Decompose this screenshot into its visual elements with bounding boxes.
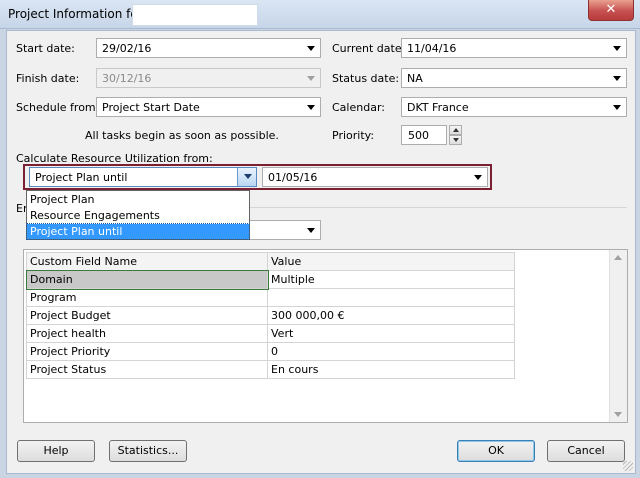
column-header-name[interactable]: Custom Field Name [26, 252, 268, 271]
help-button[interactable]: Help [17, 440, 95, 462]
schedule-from-combo[interactable]: Project Start Date [96, 97, 321, 117]
priority-input[interactable]: 500 [401, 125, 447, 145]
schedule-from-label: Schedule from: [16, 101, 100, 114]
field-value-cell[interactable] [267, 288, 515, 307]
start-date-combo[interactable]: 29/02/16 [96, 38, 321, 58]
priority-value: 500 [408, 129, 429, 142]
resource-util-mode-combo[interactable]: Project Plan until [29, 167, 257, 187]
dropdown-option-resource-engagements[interactable]: Resource Engagements [27, 208, 249, 223]
finish-date-value: 30/12/16 [102, 72, 152, 85]
table-row[interactable]: Domain Multiple [25, 269, 515, 290]
title-bar: Project Information for ✕ [0, 0, 640, 29]
field-value-cell[interactable]: Vert [267, 324, 515, 343]
field-name-cell[interactable]: Project Priority [26, 342, 268, 361]
project-name-redacted [132, 4, 258, 26]
calendar-combo[interactable]: DKT France [401, 97, 627, 117]
chevron-down-icon [307, 76, 315, 81]
resource-util-date-value: 01/05/16 [268, 171, 318, 184]
close-button[interactable]: ✕ [588, 0, 634, 21]
current-date-value: 11/04/16 [407, 42, 457, 55]
status-date-value: NA [407, 72, 423, 85]
column-header-value[interactable]: Value [267, 252, 515, 271]
calendar-label: Calendar: [332, 101, 385, 114]
calendar-value: DKT France [407, 101, 469, 114]
ok-button[interactable]: OK [457, 440, 535, 462]
table-header: Custom Field Name Value [26, 252, 515, 271]
spin-down-icon[interactable] [449, 135, 462, 145]
status-date-label: Status date: [332, 72, 400, 85]
chevron-down-icon [474, 175, 482, 180]
current-date-label: Current date: [332, 42, 406, 55]
dropdown-option-project-plan[interactable]: Project Plan [27, 192, 249, 207]
statistics-button[interactable]: Statistics... [109, 440, 187, 462]
chevron-down-icon [613, 76, 621, 81]
field-value-cell[interactable]: 300 000,00 € [267, 306, 515, 325]
chevron-down-icon [307, 105, 315, 110]
start-date-value: 29/02/16 [102, 42, 152, 55]
priority-label: Priority: [332, 129, 375, 142]
table-row[interactable]: Project health Vert [26, 324, 515, 343]
current-date-combo[interactable]: 11/04/16 [401, 38, 627, 58]
finish-date-label: Finish date: [16, 72, 80, 85]
table-row[interactable]: Project Budget 300 000,00 € [26, 306, 515, 325]
schedule-note: All tasks begin as soon as possible. [85, 129, 279, 142]
start-date-label: Start date: [16, 42, 75, 55]
priority-spinner[interactable] [449, 125, 462, 145]
table-row[interactable]: Project Priority 0 [26, 342, 515, 361]
chevron-down-icon [307, 228, 315, 233]
schedule-from-value: Project Start Date [102, 101, 200, 114]
chevron-down-icon [307, 46, 315, 51]
custom-fields-table: Custom Field Name Value Domain Multiple … [25, 252, 515, 379]
field-name-cell[interactable]: Project Budget [26, 306, 268, 325]
status-date-combo[interactable]: NA [401, 68, 627, 88]
scroll-up-icon[interactable] [614, 255, 622, 260]
table-row[interactable]: Program [26, 288, 515, 307]
window-title: Project Information for [8, 7, 143, 21]
field-name-cell[interactable]: Project Status [26, 360, 268, 379]
dropdown-option-project-plan-until[interactable]: Project Plan until [26, 223, 250, 240]
finish-date-combo: 30/12/16 [96, 68, 321, 88]
vertical-scrollbar[interactable] [609, 250, 627, 422]
resource-util-mode-value: Project Plan until [35, 171, 128, 184]
dialog-body: Start date: 29/02/16 Finish date: 30/12/… [6, 30, 636, 474]
field-name-cell[interactable]: Domain [25, 269, 269, 290]
spin-up-icon[interactable] [449, 125, 462, 135]
resize-grip-icon[interactable] [623, 461, 633, 471]
resource-util-dropdown-list: Project Plan Resource Engagements Projec… [26, 190, 250, 240]
field-value-cell[interactable]: 0 [267, 342, 515, 361]
field-name-cell[interactable]: Program [26, 288, 268, 307]
resource-util-highlight: Project Plan until 01/05/16 [23, 164, 492, 190]
table-row[interactable]: Project Status En cours [26, 360, 515, 379]
dropdown-button[interactable] [237, 168, 256, 186]
field-value-cell[interactable]: En cours [267, 360, 515, 379]
cancel-button[interactable]: Cancel [547, 440, 625, 462]
field-value-cell[interactable]: Multiple [267, 270, 515, 289]
field-name-cell[interactable]: Project health [26, 324, 268, 343]
chevron-down-icon [244, 174, 252, 179]
enterprise-combo[interactable] [247, 220, 321, 240]
chevron-down-icon [613, 105, 621, 110]
scroll-down-icon[interactable] [614, 412, 622, 417]
custom-fields-panel: Custom Field Name Value Domain Multiple … [23, 249, 628, 423]
chevron-down-icon [613, 46, 621, 51]
resource-util-date-combo[interactable]: 01/05/16 [262, 167, 488, 187]
